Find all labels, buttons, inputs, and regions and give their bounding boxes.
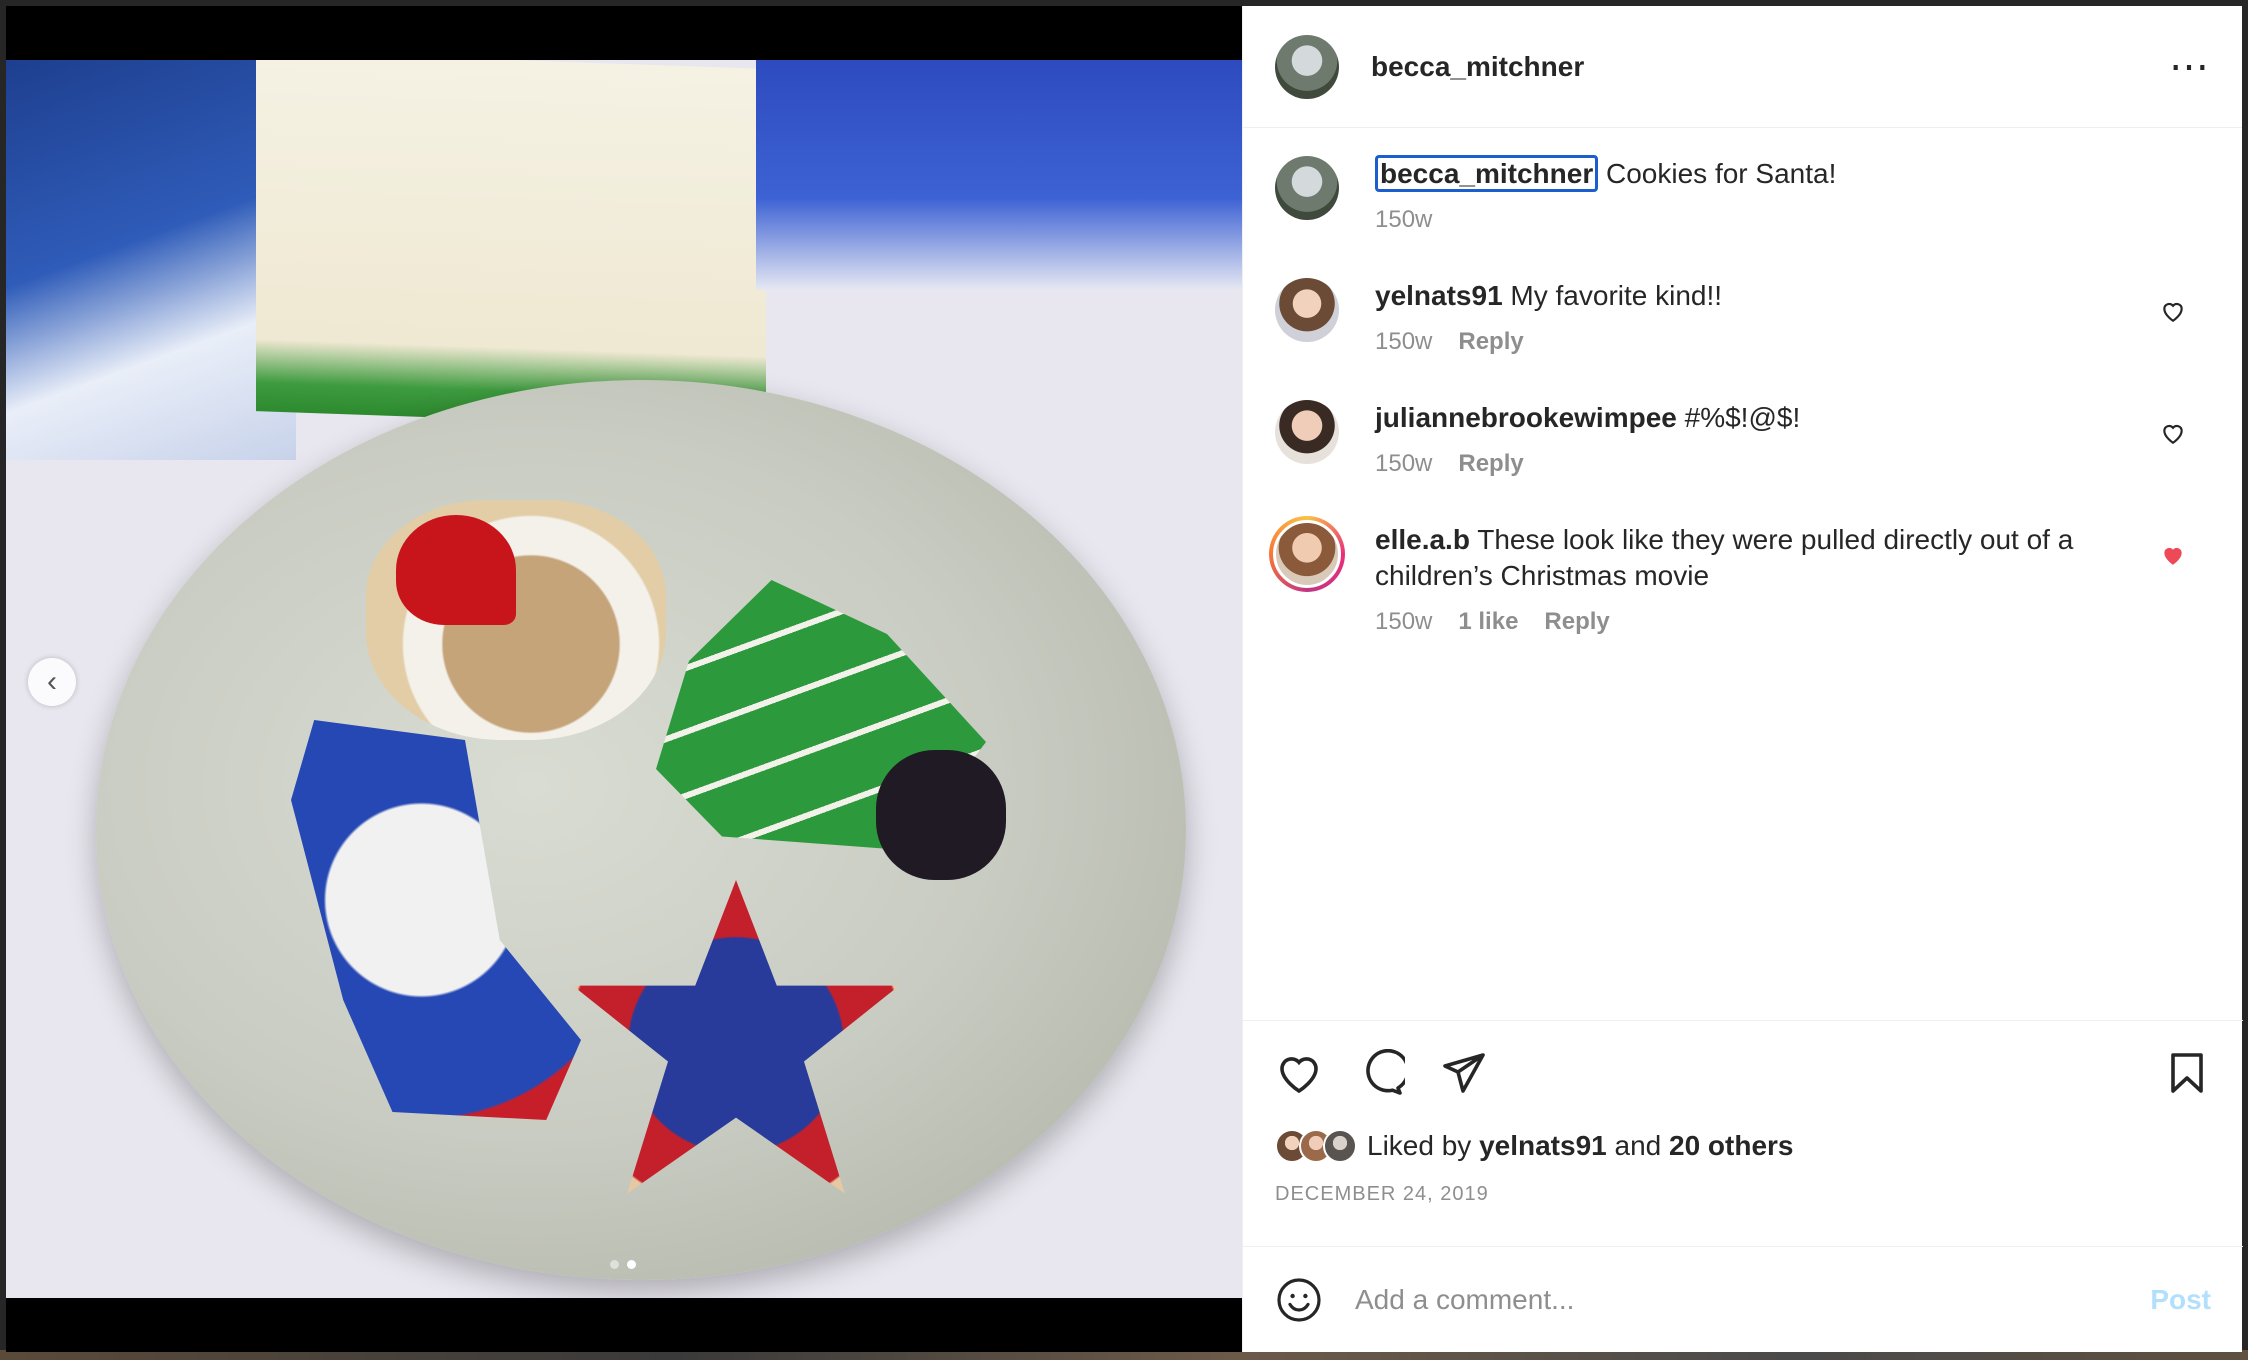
comment-like-count[interactable]: 1 like [1458,608,1518,636]
post-date[interactable]: DECEMBER 24, 2019 [1275,1183,2211,1206]
chevron-left-icon: ‹ [47,665,57,698]
bookmark-icon[interactable] [2163,1049,2211,1097]
post-actions: Liked by yelnats91 and 20 others DECEMBE… [1243,1020,2243,1206]
comments-list: becca_mitchner Cookies for Santa! 150w y… [1243,128,2242,1026]
comment-age[interactable]: 150w [1375,608,1432,636]
likes-text: Liked by yelnats91 and 20 others [1367,1130,1794,1162]
photo-christmas-card-angel [256,60,766,429]
cookie-tree-trunk [876,750,1006,880]
comment-item: yelnats91 My favorite kind!! 150w Reply [1275,278,2210,356]
comment-item: juliannebrookewimpee #%$!@$! 150w Reply [1275,400,2210,478]
heart-icon[interactable] [1275,1049,1323,1097]
comment-item: elle.a.b These look like they were pulle… [1269,516,2210,636]
comment-username[interactable]: elle.a.b [1375,524,1470,555]
likes-conjunction: and [1614,1130,1662,1161]
commenter-avatar [1273,520,1341,588]
caption: becca_mitchner Cookies for Santa! 150w [1275,155,2210,234]
action-icons [1275,1021,2211,1125]
reply-button[interactable]: Reply [1458,450,1523,478]
comment-input[interactable] [1355,1283,2151,1316]
photo-christmas-card-sheep [756,60,1242,290]
comment-username[interactable]: juliannebrookewimpee [1375,402,1677,433]
comment-username[interactable]: yelnats91 [1375,280,1503,311]
comment-bubble-icon[interactable] [1357,1049,1405,1097]
carousel-prev-button[interactable]: ‹ [28,658,76,706]
likes-prefix: Liked by [1367,1130,1472,1161]
liker-avatar[interactable] [1323,1129,1357,1163]
comment-text: #%$!@$! [1684,402,1801,433]
comment-text: My favorite kind!! [1510,280,1723,311]
caption-text: Cookies for Santa! [1606,158,1837,189]
post-photo [6,60,1242,1298]
heart-filled-icon[interactable] [2160,542,2186,568]
carousel-dots [610,1260,636,1269]
likes-first-user[interactable]: yelnats91 [1479,1130,1607,1161]
story-ring[interactable] [1269,516,1345,592]
post-header: becca_mitchner ⋯ [1243,6,2242,128]
carousel-dot-active [627,1260,636,1269]
carousel-dot [610,1260,619,1269]
add-comment-bar: Post [1243,1246,2243,1352]
likes-others-link[interactable]: 20 others [1669,1130,1794,1161]
comment-age[interactable]: 150w [1375,450,1432,478]
post-media: ‹ [6,6,1242,1352]
photo-christmas-card-winter [6,60,296,460]
comment-age[interactable]: 150w [1375,328,1432,356]
author-username[interactable]: becca_mitchner [1371,51,2169,83]
reply-button[interactable]: Reply [1458,328,1523,356]
paper-plane-icon[interactable] [1439,1049,1487,1097]
cookie-santa-hat [396,515,516,625]
caption-age[interactable]: 150w [1375,206,1432,234]
heart-icon[interactable] [2160,420,2186,446]
caption-avatar[interactable] [1275,156,1339,220]
smiley-icon[interactable] [1275,1276,1323,1324]
comment-text: These look like they were pulled directl… [1375,524,2074,591]
post-details-panel: becca_mitchner ⋯ becca_mitchner Cookies … [1242,6,2243,1352]
photo-plate [96,380,1186,1280]
caption-username[interactable]: becca_mitchner [1375,155,1599,192]
reply-button[interactable]: Reply [1544,608,1609,636]
likes-summary: Liked by yelnats91 and 20 others [1275,1129,2211,1163]
author-avatar[interactable] [1275,34,1339,99]
commenter-avatar[interactable] [1275,400,1339,464]
post-comment-button[interactable]: Post [2150,1284,2211,1316]
post-modal: ‹ becca_mitchner ⋯ becca_mitchner Cookie… [6,6,2243,1352]
commenter-avatar[interactable] [1275,278,1339,342]
more-horizontal-icon[interactable]: ⋯ [2169,47,2210,87]
heart-icon[interactable] [2160,298,2186,324]
